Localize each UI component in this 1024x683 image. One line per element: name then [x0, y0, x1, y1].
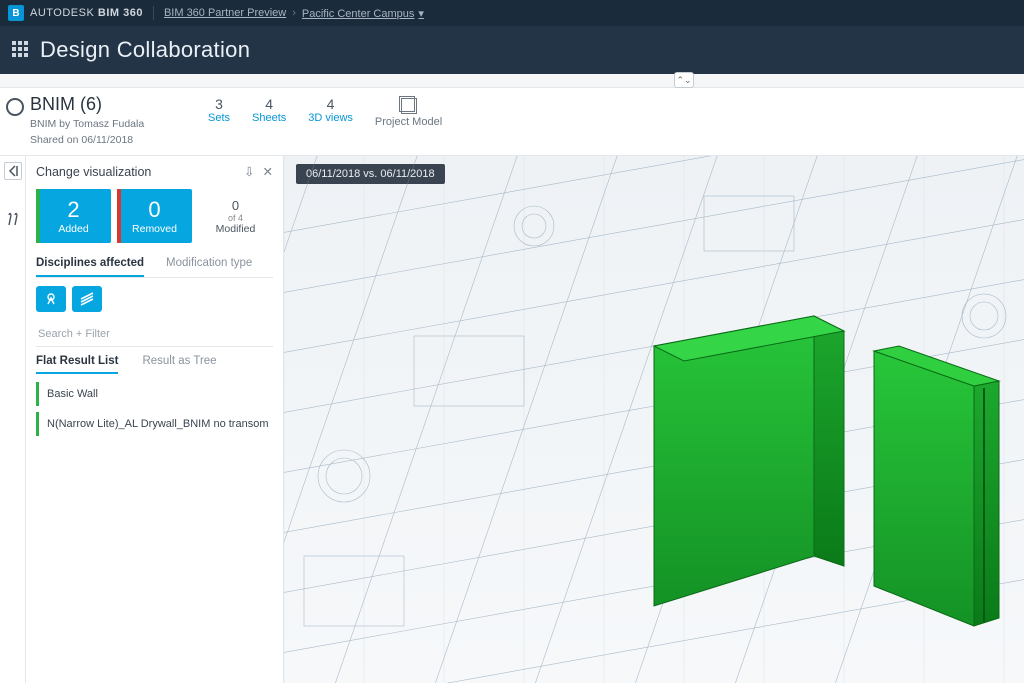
stat-sheets-label: Sheets — [252, 112, 286, 124]
brand-suffix: BIM 360 — [98, 7, 143, 19]
counter-modified[interactable]: 0 of 4 Modified — [198, 189, 273, 243]
counter-modified-label: Modified — [216, 223, 256, 235]
tab-disciplines-affected[interactable]: Disciplines affected — [36, 257, 144, 277]
package-header: BNIM (6) BNIM by Tomasz Fudala Shared on… — [0, 88, 1024, 156]
counter-removed-label: Removed — [132, 223, 177, 235]
panel-title: Change visualization — [36, 165, 151, 179]
model-viewer[interactable]: 06/11/2018 vs. 06/11/2018 — [284, 156, 1024, 683]
brand-label: AUTODESK BIM 360 — [30, 7, 143, 19]
change-analysis-tool[interactable] — [4, 210, 22, 228]
chevron-down-icon: ▾ — [418, 8, 424, 20]
result-view-tabs: Flat Result List Result as Tree — [36, 355, 273, 374]
main-area: Change visualization ⇩ ✕ 2 Added 0 Remov… — [0, 156, 1024, 683]
discipline-structure-button[interactable] — [72, 286, 102, 312]
stat-sheets-num: 4 — [252, 96, 286, 112]
counter-removed-num: 0 — [148, 197, 160, 223]
global-topbar: B AUTODESK BIM 360 BIM 360 Partner Previ… — [0, 0, 1024, 26]
autodesk-logo-icon: B — [8, 5, 24, 21]
discipline-filter-icons — [36, 286, 273, 312]
stat-sheets[interactable]: 4 Sheets — [252, 96, 286, 128]
stat-sets[interactable]: 3 Sets — [208, 96, 230, 128]
wireframe-canvas — [284, 156, 1024, 683]
pin-icon[interactable]: ⇩ — [244, 164, 254, 179]
change-panel: Change visualization ⇩ ✕ 2 Added 0 Remov… — [26, 156, 284, 683]
counter-modified-of: of 4 — [228, 213, 243, 223]
module-title-bar: Design Collaboration — [0, 26, 1024, 74]
filter-tabs: Disciplines affected Modification type — [36, 257, 273, 278]
stat-sets-num: 3 — [208, 96, 230, 112]
collapse-panel-button[interactable] — [4, 162, 22, 180]
search-filter-input[interactable]: Search + Filter — [36, 322, 273, 347]
package-stats: 3 Sets 4 Sheets 4 3D views Project Model — [208, 96, 442, 128]
stat-views-label: 3D views — [308, 112, 353, 124]
result-item[interactable]: Basic Wall — [36, 382, 273, 406]
timeline-expand-handle[interactable]: ⌃⌄ — [674, 72, 694, 88]
result-item[interactable]: N(Narrow Lite)_AL Drywall_BNIM no transo… — [36, 412, 273, 436]
team-shared-date: Shared on 06/11/2018 — [30, 133, 200, 147]
counter-added-label: Added — [58, 223, 88, 235]
team-circle-icon — [6, 98, 24, 116]
stat-views-num: 4 — [308, 96, 353, 112]
added-element-wall-2 — [874, 346, 999, 626]
breadcrumb-project-label: Pacific Center Campus — [302, 8, 415, 20]
brand-prefix: AUTODESK — [30, 7, 94, 19]
timeline-strip[interactable]: ⌃⌄ — [0, 74, 1024, 88]
team-title: BNIM (6) — [30, 94, 200, 115]
stat-pm-label: Project Model — [375, 116, 442, 128]
breadcrumb-separator: › — [292, 7, 296, 19]
stat-project-model[interactable]: Project Model — [375, 96, 442, 128]
change-counters: 2 Added 0 Removed 0 of 4 Modified — [36, 189, 273, 243]
breadcrumb-project[interactable]: Pacific Center Campus▾ — [302, 7, 424, 20]
discipline-architecture-button[interactable] — [36, 286, 66, 312]
stat-3d-views[interactable]: 4 3D views — [308, 96, 353, 128]
module-switcher-icon[interactable] — [12, 41, 30, 59]
counter-added-num: 2 — [67, 197, 79, 223]
tab-modification-type[interactable]: Modification type — [166, 257, 252, 277]
left-tool-rail — [0, 156, 26, 683]
panel-header: Change visualization ⇩ ✕ — [36, 164, 273, 179]
module-title: Design Collaboration — [40, 37, 250, 63]
team-info: BNIM (6) BNIM by Tomasz Fudala Shared on… — [30, 94, 200, 147]
counter-removed[interactable]: 0 Removed — [117, 189, 192, 243]
counter-added[interactable]: 2 Added — [36, 189, 111, 243]
counter-modified-num: 0 — [232, 198, 239, 213]
team-author: BNIM by Tomasz Fudala — [30, 117, 200, 131]
breadcrumb-account[interactable]: BIM 360 Partner Preview — [164, 7, 286, 19]
divider — [153, 6, 154, 20]
cube-icon — [401, 98, 417, 114]
stat-sets-label: Sets — [208, 112, 230, 124]
close-icon[interactable]: ✕ — [263, 164, 273, 179]
tab-result-as-tree[interactable]: Result as Tree — [142, 355, 216, 374]
added-element-wall-1 — [654, 316, 844, 606]
tab-flat-result-list[interactable]: Flat Result List — [36, 355, 118, 374]
